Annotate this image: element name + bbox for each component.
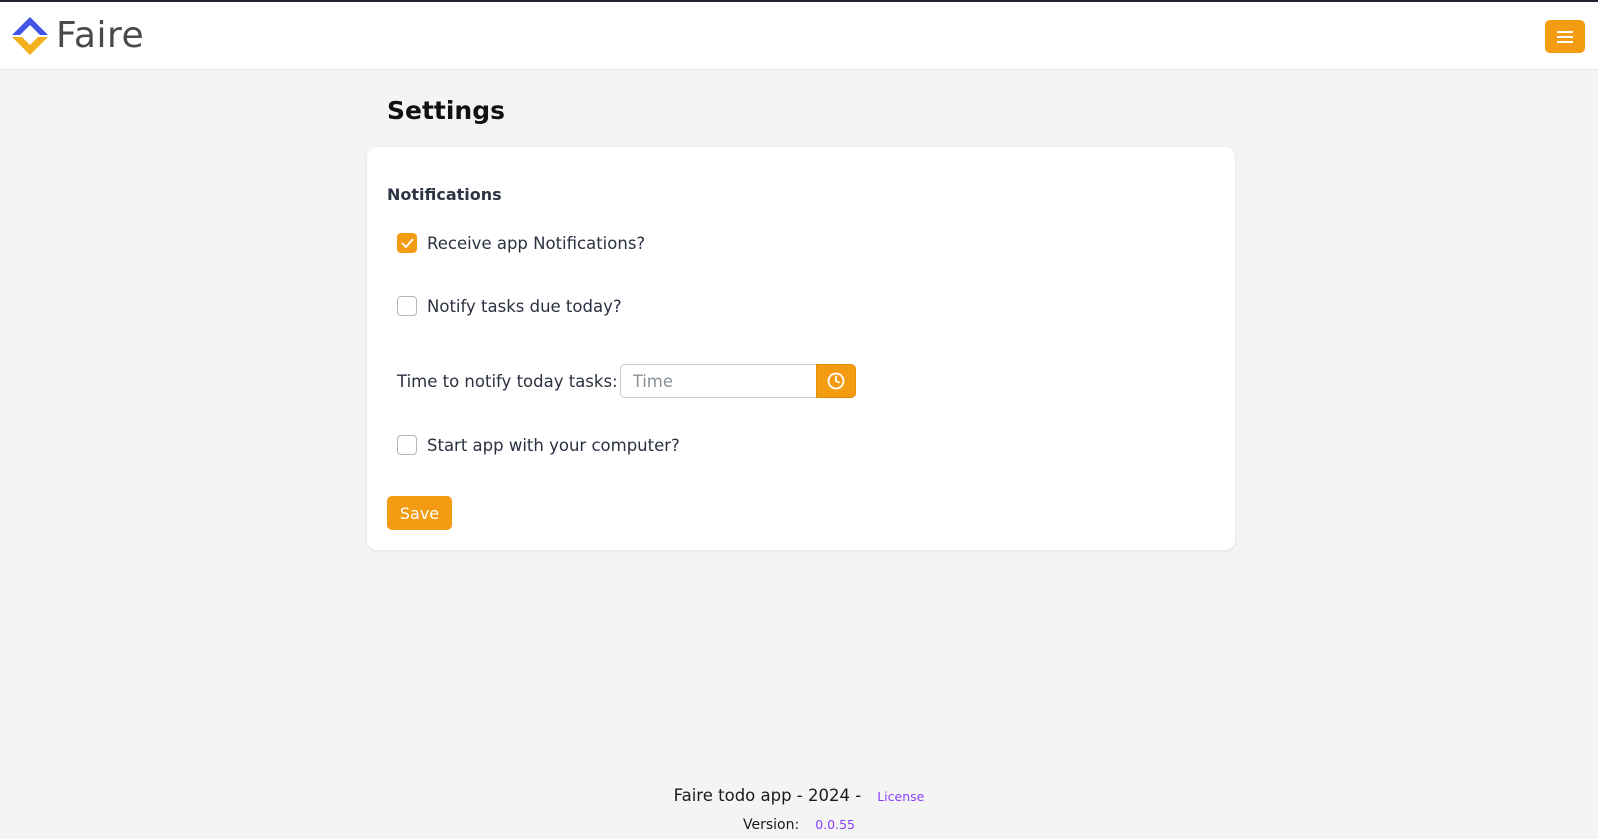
license-link[interactable]: License <box>877 789 924 804</box>
brand-name: Faire <box>56 15 145 56</box>
receive-notifications-label[interactable]: Receive app Notifications? <box>427 234 645 253</box>
check-icon <box>400 238 414 248</box>
footer-app-text: Faire todo app - 2024 - <box>673 786 862 805</box>
notify-due-today-row: Notify tasks due today? <box>397 296 622 316</box>
menu-button[interactable] <box>1545 20 1585 53</box>
footer-version: Version: 0.0.55 <box>0 817 1598 833</box>
notifications-section-title: Notifications <box>387 185 502 204</box>
start-with-computer-row: Start app with your computer? <box>397 435 680 455</box>
receive-notifications-checkbox[interactable] <box>397 233 417 253</box>
notify-due-today-label[interactable]: Notify tasks due today? <box>427 297 622 316</box>
app-header: Faire <box>0 2 1598 70</box>
settings-card: Notifications Receive app Notifications?… <box>367 147 1235 550</box>
version-label: Version: <box>743 817 800 833</box>
notify-time-label: Time to notify today tasks: <box>397 371 618 391</box>
notify-time-row: Time to notify today tasks: <box>397 364 856 398</box>
footer-copyright: Faire todo app - 2024 - License <box>0 786 1598 805</box>
page-title: Settings <box>387 96 506 125</box>
save-button[interactable]: Save <box>387 496 452 530</box>
receive-notifications-row: Receive app Notifications? <box>397 233 645 253</box>
faire-logo-icon <box>12 17 48 55</box>
notify-due-today-checkbox[interactable] <box>397 296 417 316</box>
clock-icon <box>827 372 845 390</box>
start-with-computer-checkbox[interactable] <box>397 435 417 455</box>
hamburger-menu-icon <box>1557 30 1573 43</box>
time-picker-button[interactable] <box>815 364 856 398</box>
start-with-computer-label[interactable]: Start app with your computer? <box>427 436 680 455</box>
notify-time-input[interactable] <box>619 364 816 398</box>
brand[interactable]: Faire <box>10 14 144 58</box>
version-value: 0.0.55 <box>815 817 855 832</box>
